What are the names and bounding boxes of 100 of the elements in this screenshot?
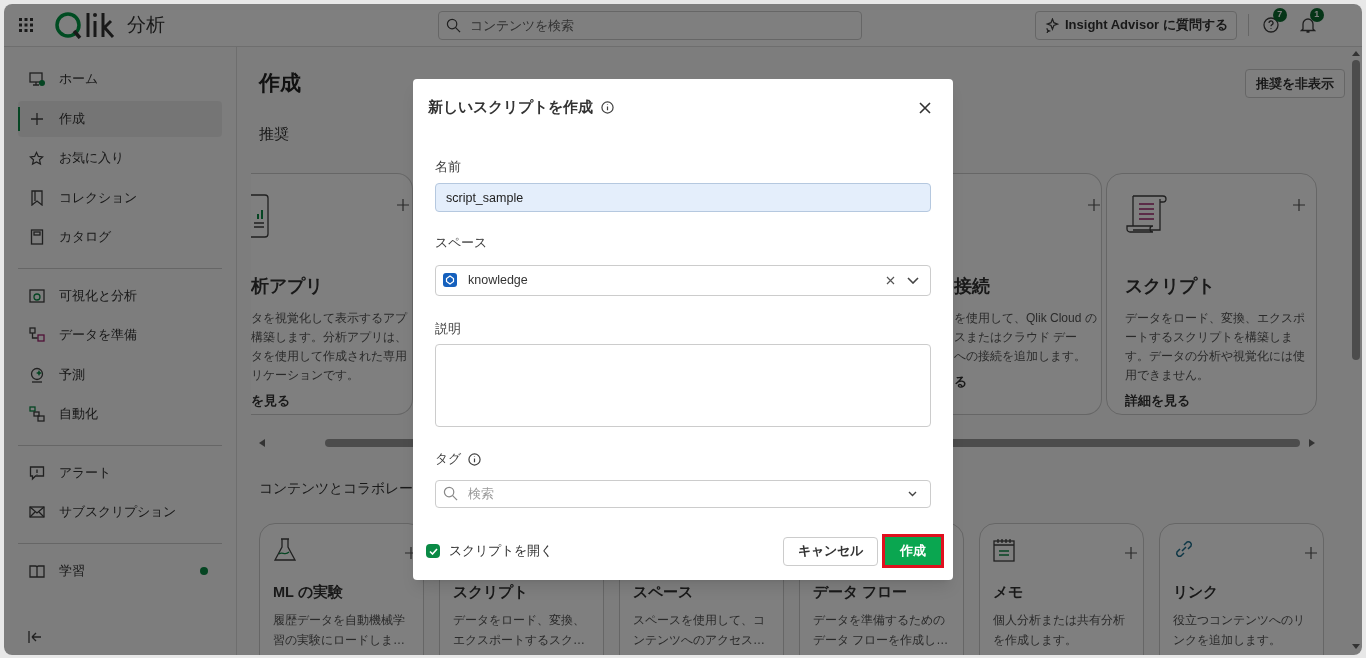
card-description: データを準備するための データ フローを作成し… — [813, 612, 950, 649]
sidebar-label: 可視化と分析 — [59, 286, 137, 305]
field-label: タグ — [435, 450, 461, 469]
sidebar-label: 自動化 — [59, 405, 98, 424]
tablet-icon — [251, 194, 269, 238]
info-icon[interactable] — [468, 452, 481, 466]
sidebar-item[interactable]: データを準備 — [18, 317, 222, 353]
close-icon[interactable] — [919, 101, 931, 114]
content-card[interactable]: リンク 役立つコンテンツへのリ ンクを追加します。 — [1159, 523, 1324, 655]
feature-card[interactable]: スクリプト データをロード、変換、エクスポ ートするスクリプトを構築しま す。データの分析や視覚化には使 用できません。 詳細を見る — [1106, 173, 1317, 415]
card-title: メモ — [993, 583, 1024, 603]
collapse-icon[interactable] — [28, 631, 42, 643]
sidebar-item[interactable]: コレクション — [18, 179, 222, 216]
cancel-button[interactable]: キャンセル — [783, 536, 878, 566]
content-card[interactable]: ML の実験 履歴データを自動機械学 習の実験にロードしま… — [259, 523, 424, 655]
sidebar-item[interactable]: ホーム — [18, 61, 222, 97]
learn-more-link[interactable]: を見る — [251, 392, 410, 411]
learn-more-link[interactable]: 詳細を見る — [1125, 392, 1306, 411]
page-title: 作成 — [259, 70, 301, 96]
content-card[interactable]: メモ 個人分析または共有分析 を作成します。 — [979, 523, 1144, 655]
hide-recommendations-button[interactable]: 推奨を非表示 — [1245, 69, 1345, 98]
scrollbar-thumb[interactable] — [1352, 60, 1360, 360]
scroll-right-icon[interactable] — [1309, 439, 1315, 447]
scroll-left-icon[interactable] — [259, 439, 265, 447]
monitor-icon — [28, 71, 45, 87]
checkbox[interactable] — [426, 544, 440, 558]
sidebar-label: お気に入り — [59, 149, 124, 168]
workflow-icon — [28, 406, 45, 422]
sidebar-item[interactable]: アラート — [18, 454, 222, 491]
menu-icon[interactable] — [19, 18, 33, 32]
card-description: 個人分析または共有分析 を作成します。 — [993, 612, 1126, 649]
card-title: 接続 — [954, 275, 991, 298]
card-title: スクリプト — [1125, 275, 1216, 298]
mail-icon — [28, 505, 45, 519]
sidebar-item[interactable]: 可視化と分析 — [18, 277, 222, 314]
sidebar-item[interactable]: 作成 — [18, 100, 222, 137]
bell-icon[interactable] — [1299, 17, 1316, 33]
checkbox-label: スクリプトを開く — [449, 542, 553, 561]
scroll-down-icon[interactable] — [1352, 644, 1360, 649]
catalog-icon — [29, 229, 44, 245]
description-field[interactable] — [435, 344, 931, 428]
help-icon[interactable] — [1262, 17, 1279, 33]
alert-icon — [28, 464, 45, 481]
card-title: データ フロー — [813, 583, 909, 603]
sidebar-item[interactable]: 自動化 — [18, 396, 222, 432]
card-description: データをロード、変換、エクスポ ートするスクリプトを構築しま す。データの分析や視覚化には使 用できません。 — [1125, 310, 1306, 384]
feature-card[interactable]: 析アプリ タを視覚化して表示するアプ 構築します。分析アプリは、 タを使用して作成された専用 リケーションです。 を見る — [251, 173, 413, 415]
space-icon — [443, 273, 457, 288]
clear-icon[interactable] — [886, 275, 895, 285]
card-title: ML の実験 — [273, 583, 344, 603]
learn-more-link[interactable]: る — [954, 373, 1101, 392]
sidebar-label: 予測 — [59, 365, 85, 384]
insight-advisor-button[interactable]: Insight Advisor に質問する — [1035, 10, 1237, 40]
sidebar-item[interactable]: 予測 — [18, 356, 222, 393]
create-button[interactable]: 作成 — [882, 534, 944, 568]
sidebar-label: 学習 — [59, 561, 85, 580]
space-select[interactable]: knowledge — [435, 264, 931, 296]
sidebar-label: アラート — [59, 463, 111, 482]
card-description: を使用して、Qlik Cloud の スまたはクラウド デー への接続を追加します。 — [954, 310, 1098, 365]
search-field[interactable]: コンテンツを検索 — [438, 10, 862, 40]
data-flow-icon — [28, 327, 45, 343]
search-icon — [443, 485, 458, 501]
section-heading: コンテンツとコラボレー — [259, 480, 413, 498]
field-label: スペース — [435, 234, 488, 253]
scroll-icon — [1125, 194, 1169, 234]
card-description: 履歴データを自動機械学 習の実験にロードしま… — [273, 612, 406, 649]
card-description: データをロード、変換、 エクスポートするスク… — [453, 612, 586, 649]
star-icon — [29, 150, 44, 166]
card-description: スペースを使用して、コ ンテンツへのアクセス… — [633, 612, 766, 649]
card-description: タを視覚化して表示するアプ 構築します。分析アプリは、 タを使用して作成された専用 リケーションです。 — [251, 310, 409, 384]
chevron-down-icon[interactable] — [908, 490, 917, 497]
card-title: リンク — [1173, 583, 1219, 603]
sidebar-item[interactable]: カタログ — [18, 219, 222, 255]
sidebar-label: ホーム — [59, 70, 98, 89]
tag-search-field[interactable]: 検索 — [435, 479, 931, 508]
flask-icon — [273, 538, 297, 563]
sidebar-item[interactable]: 学習 — [18, 552, 222, 589]
info-icon[interactable] — [601, 101, 614, 115]
plus-icon — [29, 111, 44, 126]
scroll-up-icon[interactable] — [1352, 51, 1360, 56]
logo-drawing[interactable] — [55, 11, 117, 39]
sparkle-icon — [1044, 17, 1059, 33]
count-badge: 1 — [1309, 8, 1324, 22]
sidebar-item[interactable]: お気に入り — [18, 140, 222, 176]
notepad-icon — [993, 538, 1015, 563]
space-value: knowledge — [468, 271, 528, 289]
dialog-title: 新しいスクリプトを作成 — [428, 98, 593, 117]
field-label: 説明 — [435, 319, 462, 338]
sidebar-item[interactable]: サブスクリプション — [18, 494, 222, 530]
search-icon — [446, 17, 461, 33]
app-title: 分析 — [127, 12, 165, 37]
chart-icon — [28, 287, 45, 304]
chevron-down-icon[interactable] — [907, 276, 919, 284]
card-title: スペース — [633, 583, 694, 603]
card-description: 役立つコンテンツへのリ ンクを追加します。 — [1173, 612, 1306, 649]
sidebar-label: 作成 — [59, 109, 85, 128]
field-label: 名前 — [435, 157, 462, 176]
card-title: 析アプリ — [251, 275, 324, 298]
name-field[interactable]: script_sample — [435, 183, 931, 213]
section-heading: 推奨 — [259, 123, 289, 144]
